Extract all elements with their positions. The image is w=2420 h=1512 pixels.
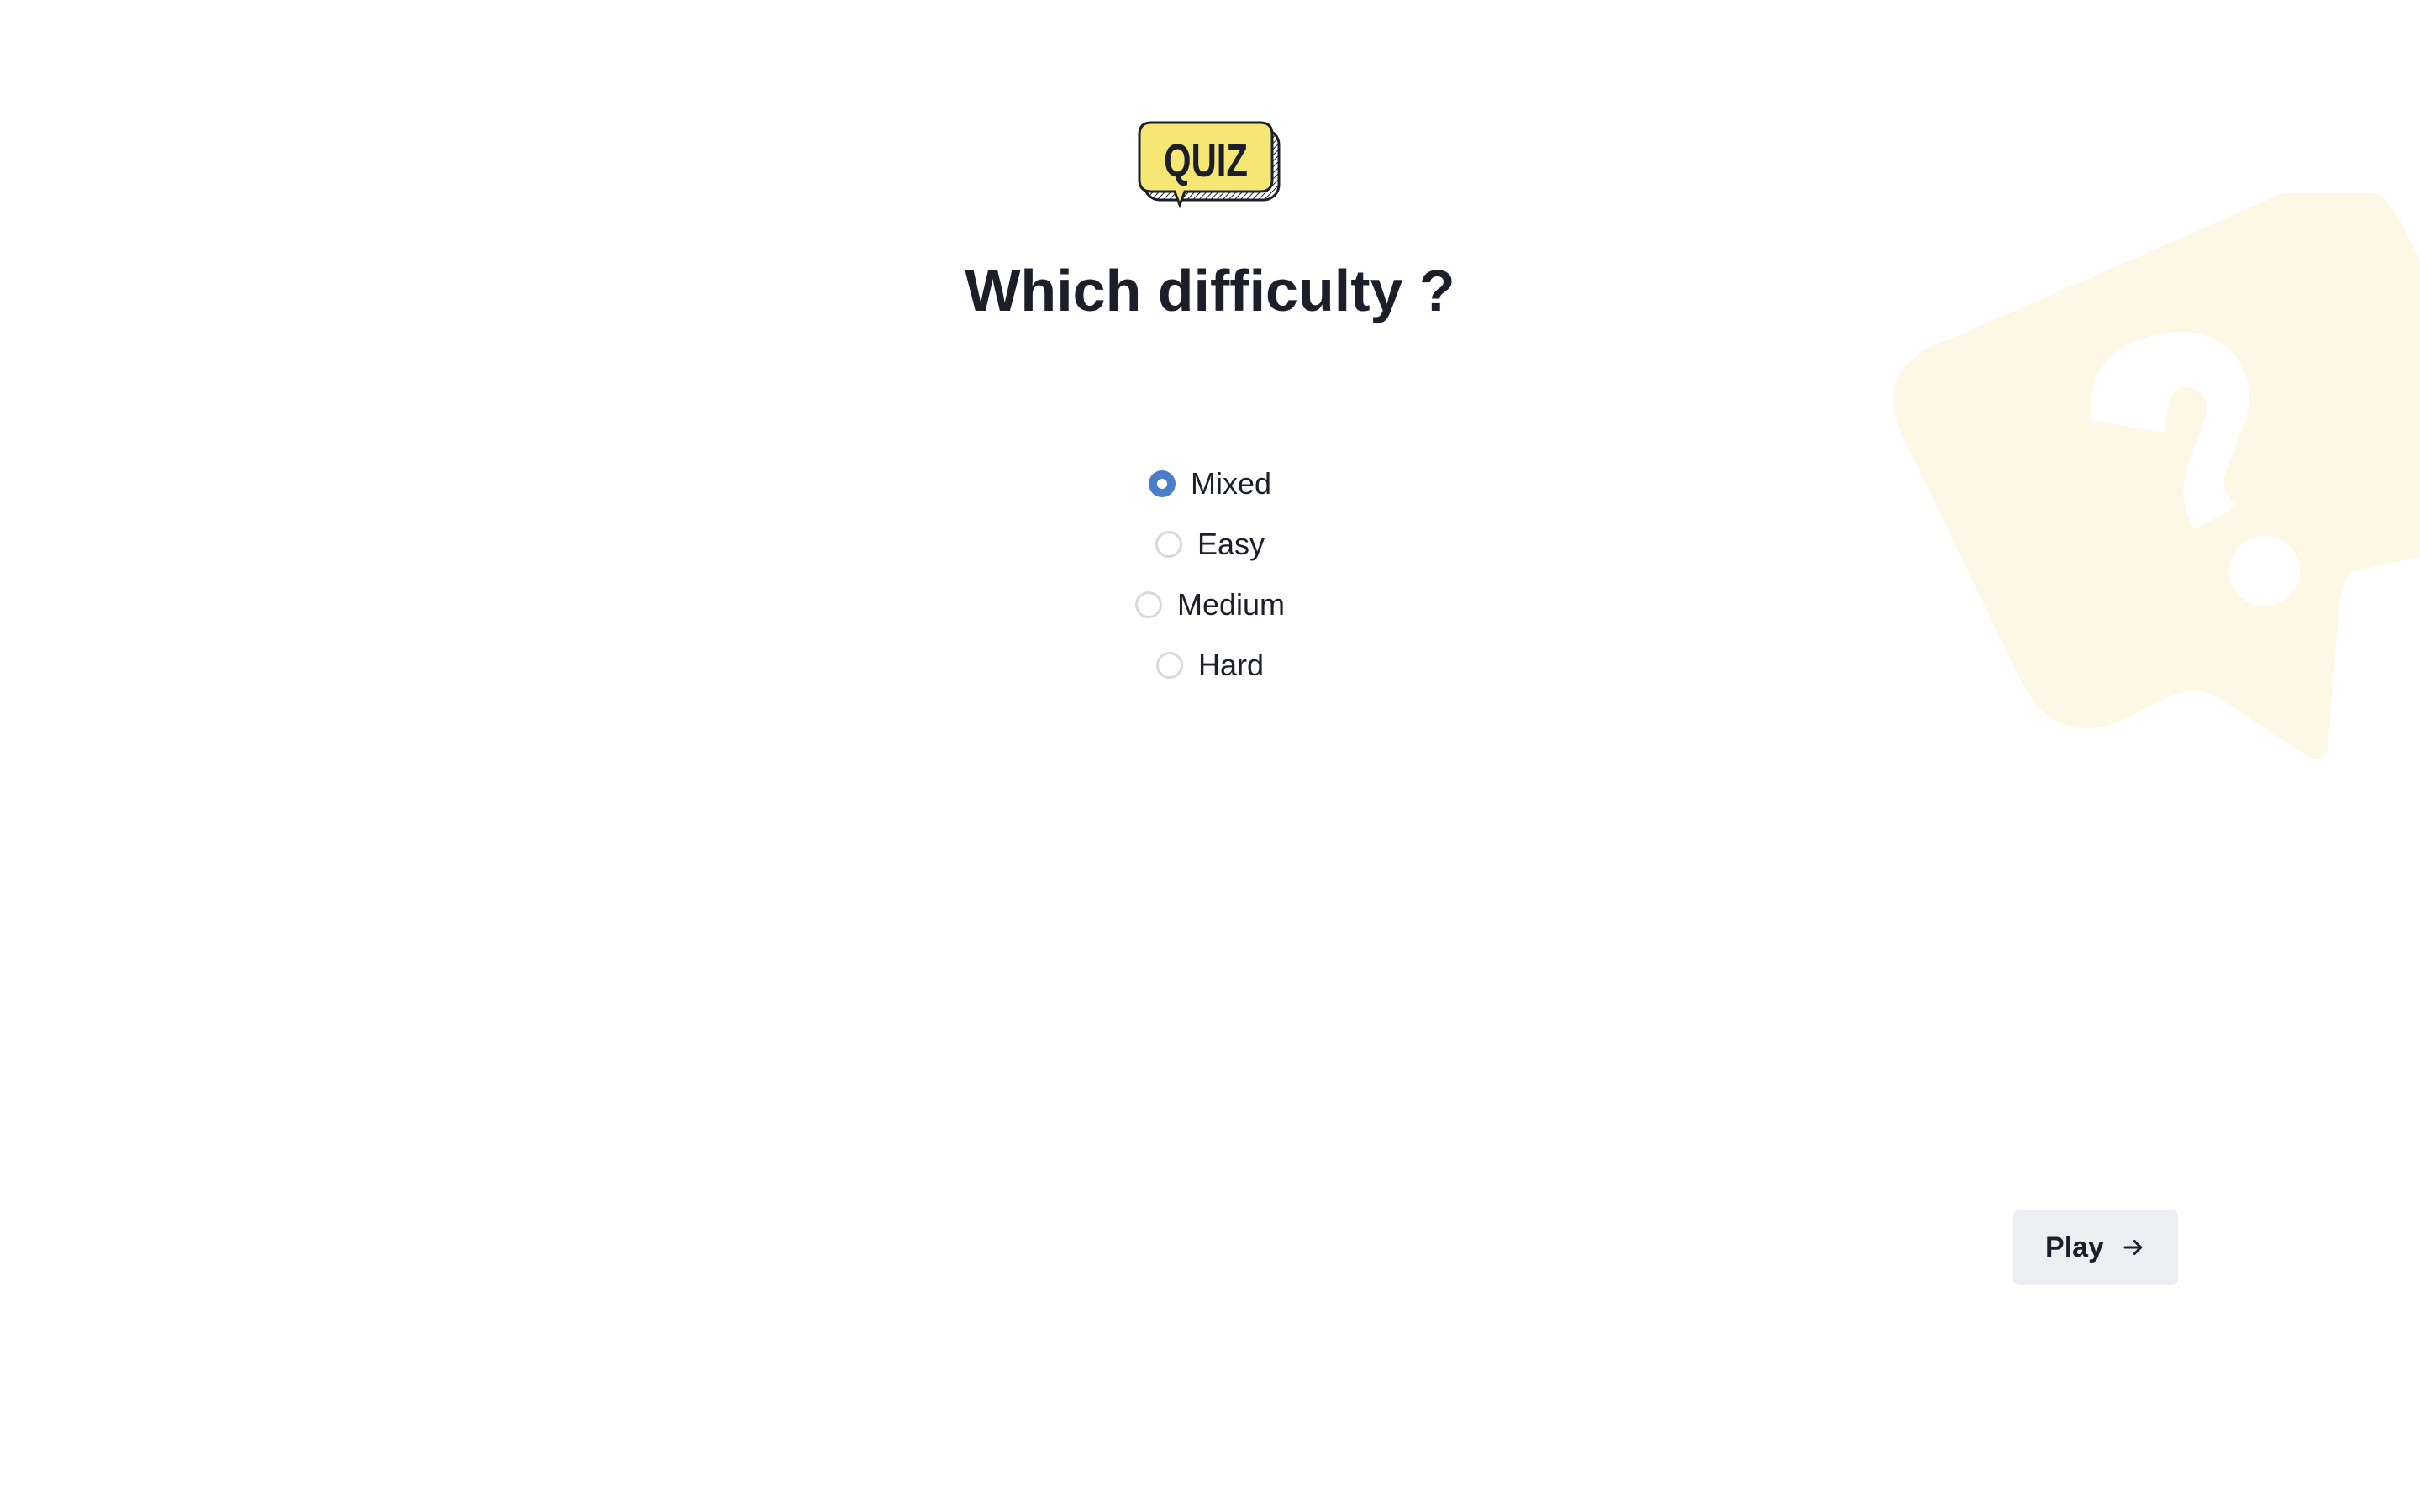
radio-button-easy[interactable]: [1155, 531, 1182, 558]
quiz-logo: QUIZ: [1138, 121, 1281, 208]
option-label-medium: Medium: [1176, 587, 1286, 622]
difficulty-option-medium[interactable]: Medium: [1134, 587, 1286, 622]
option-label-easy: Easy: [1197, 527, 1265, 561]
option-label-mixed: Mixed: [1190, 466, 1272, 501]
radio-button-medium[interactable]: [1134, 591, 1162, 618]
radio-button-hard[interactable]: [1155, 652, 1183, 679]
difficulty-option-hard[interactable]: Hard: [1155, 648, 1265, 682]
radio-button-mixed[interactable]: [1148, 470, 1176, 497]
difficulty-radio-group: Mixed Easy Medium Hard: [0, 469, 2420, 680]
page-title: Which difficulty ?: [965, 258, 1455, 323]
play-button-label: Play: [2045, 1231, 2104, 1263]
quiz-logo-text: QUIZ: [1164, 134, 1248, 186]
difficulty-option-mixed[interactable]: Mixed: [1148, 466, 1272, 501]
option-label-hard: Hard: [1197, 648, 1265, 682]
difficulty-option-easy[interactable]: Easy: [1155, 529, 1265, 559]
quiz-page: QUIZ Which difficulty ? Mixed Easy Mediu…: [0, 0, 2420, 1512]
play-button[interactable]: Play: [2013, 1210, 2178, 1285]
arrow-right-icon: [2123, 1240, 2143, 1255]
